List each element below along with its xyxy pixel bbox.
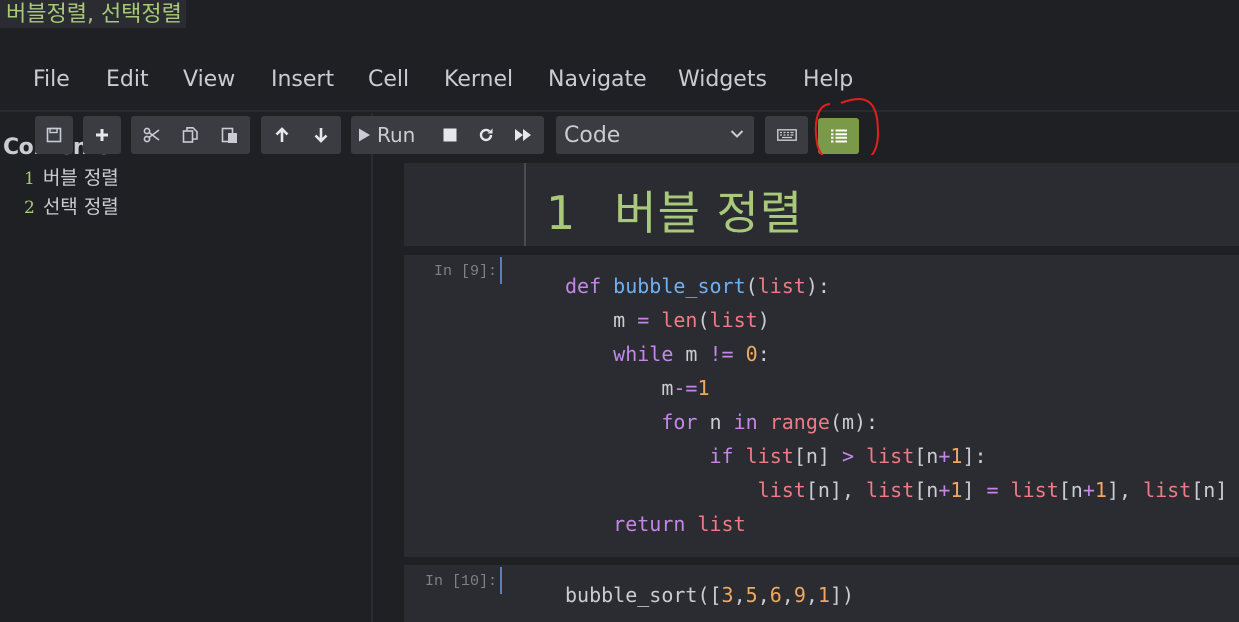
run-label: Run — [377, 123, 416, 147]
cell-heading: 1 버블 정렬 — [546, 186, 804, 240]
copy-button[interactable] — [172, 116, 210, 154]
menu-insert[interactable]: Insert — [271, 60, 334, 100]
arrow-down-icon — [314, 128, 328, 143]
save-button[interactable] — [35, 116, 73, 154]
toolbar-group-keyboard — [765, 116, 808, 154]
fast-forward-icon — [515, 129, 531, 141]
code-cell-call[interactable]: In [10]: bubble_sort([3,5,6,9,1]) — [404, 565, 1239, 622]
restart-button[interactable] — [469, 116, 503, 154]
toc-item-1[interactable]: 1 버블 정렬 — [24, 163, 119, 190]
plus-icon — [96, 129, 108, 141]
notebook-title[interactable]: 버블정렬, 선택정렬 — [0, 0, 186, 28]
toolbar-group-edit — [131, 116, 250, 154]
cell-type-value: Code — [564, 123, 621, 148]
scissors-icon — [143, 127, 160, 143]
menu-file[interactable]: File — [33, 60, 70, 100]
prompt-marker — [500, 567, 502, 594]
restart-run-all-button[interactable] — [505, 116, 541, 154]
cell-prompt: In [10]: — [424, 573, 497, 590]
play-icon — [359, 128, 370, 142]
move-down-button[interactable] — [302, 116, 340, 154]
cut-button[interactable] — [133, 116, 171, 154]
refresh-icon — [479, 128, 493, 142]
code-source[interactable]: def bubble_sort(list): m = len(list) whi… — [565, 269, 1227, 541]
toc-sidebar: Contents 1버블 정렬 2선택 정렬 — [0, 113, 373, 622]
menu-view[interactable]: View — [183, 60, 235, 100]
toc-item-2[interactable]: 2 선택 정렬 — [24, 192, 119, 219]
stop-icon — [443, 128, 457, 142]
menu-bar: File Edit View Insert Cell Kernel Naviga… — [0, 60, 1239, 100]
menu-widgets[interactable]: Widgets — [678, 60, 767, 100]
menu-cell[interactable]: Cell — [368, 60, 409, 100]
cell-type-select[interactable]: Code — [556, 116, 754, 154]
toolbar-group-insert — [83, 116, 121, 154]
cell-border — [524, 163, 526, 246]
insert-cell-button[interactable] — [83, 116, 121, 154]
code-cell-bubble-sort[interactable]: In [9]: def bubble_sort(list): m = len(l… — [404, 255, 1239, 557]
prompt-marker — [500, 257, 502, 284]
menu-navigate[interactable]: Navigate — [548, 60, 647, 100]
save-icon — [46, 127, 62, 143]
paste-icon — [221, 127, 237, 143]
toolbar-group-save — [35, 116, 73, 154]
run-button[interactable]: Run — [357, 116, 423, 154]
arrow-up-icon — [275, 127, 289, 142]
menu-kernel[interactable]: Kernel — [444, 60, 513, 100]
menu-edit[interactable]: Edit — [106, 60, 149, 100]
markdown-cell[interactable]: 1 버블 정렬 — [404, 163, 1239, 246]
menu-help[interactable]: Help — [803, 60, 853, 100]
keyboard-icon — [776, 129, 797, 141]
copy-icon — [182, 127, 198, 143]
move-up-button[interactable] — [263, 116, 301, 154]
interrupt-button[interactable] — [433, 116, 467, 154]
paste-button[interactable] — [211, 116, 249, 154]
code-source[interactable]: bubble_sort([3,5,6,9,1]) — [565, 578, 854, 612]
chevron-down-icon — [730, 130, 744, 138]
toolbar-group-move — [261, 116, 341, 154]
command-palette-button[interactable] — [765, 116, 808, 154]
menu-divider — [0, 110, 1239, 112]
toolbar-group-run: Run — [351, 116, 544, 154]
cell-prompt: In [9]: — [433, 263, 497, 280]
